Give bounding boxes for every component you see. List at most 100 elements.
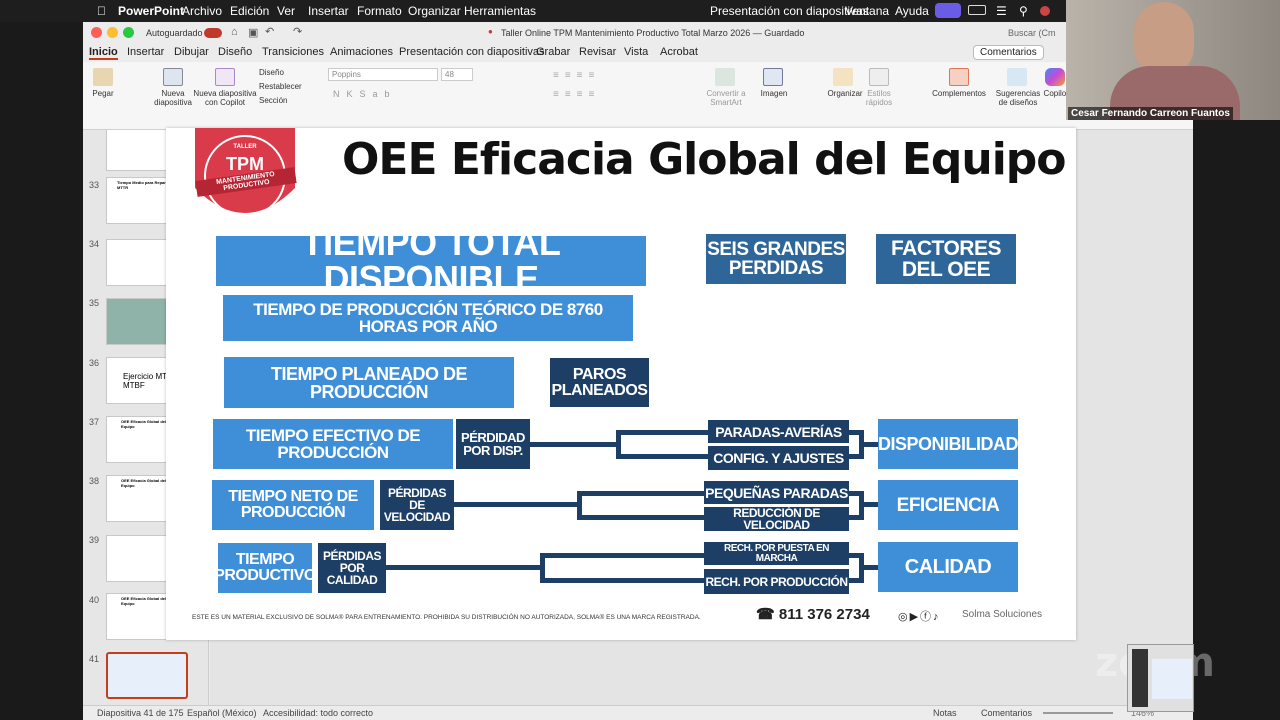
factores-box: FACTORES DEL OEE (876, 234, 1016, 284)
redo-icon[interactable]: ↷ (293, 25, 302, 38)
minimize-window-icon[interactable] (107, 27, 118, 38)
screen-share-icon[interactable] (935, 3, 961, 18)
zoom-slider[interactable] (1043, 712, 1113, 714)
home-icon[interactable]: ⌂ (231, 26, 238, 38)
section-button[interactable]: Sección (259, 96, 287, 105)
copilot-slide-icon[interactable] (215, 68, 235, 86)
menu-insertar[interactable]: Insertar (308, 4, 349, 18)
slide-number: 39 (89, 535, 100, 545)
menu-ventana[interactable]: Ventana (845, 4, 889, 18)
perdida-velocidad-box: PÉRDIDAS DE VELOCIDAD (380, 480, 454, 530)
connector-bracket (540, 553, 708, 583)
tab-revisar[interactable]: Revisar (579, 46, 616, 58)
tab-dibujar[interactable]: Dibujar (174, 46, 209, 58)
slide[interactable]: TALLER TPM MANTENIMIENTO PRODUCTIVO OEE … (166, 128, 1076, 640)
connector-bracket (849, 430, 864, 459)
menu-herramientas[interactable]: Herramientas (464, 4, 536, 18)
siri-icon[interactable] (1040, 6, 1050, 16)
layout-button[interactable]: Diseño (259, 68, 284, 77)
new-slide-icon[interactable] (163, 68, 183, 86)
video-participant[interactable]: Cesar Fernando Carreon Fuantos (1066, 0, 1280, 120)
connector-bracket (849, 491, 864, 520)
brand-text: Solma Soluciones (962, 609, 1043, 620)
designer-icon[interactable] (1007, 68, 1027, 86)
accessibility-status[interactable]: Accesibilidad: todo correcto (263, 708, 373, 718)
arrange-icon[interactable] (833, 68, 853, 86)
addins-icon[interactable] (949, 68, 969, 86)
undo-icon[interactable]: ↶ (265, 25, 274, 38)
paste-icon[interactable] (93, 68, 113, 86)
font-size-select[interactable]: 48 (441, 68, 473, 81)
slide-number: 34 (89, 239, 100, 249)
tab-transiciones[interactable]: Transiciones (262, 46, 324, 58)
mini-slide (1152, 659, 1192, 699)
menu-ayuda[interactable]: Ayuda (895, 4, 929, 18)
ppt-file-icon: ● (488, 27, 493, 36)
reset-button[interactable]: Restablecer (259, 82, 302, 91)
tab-diseno[interactable]: Diseño (218, 46, 252, 58)
connector-line (386, 565, 540, 570)
language-status[interactable]: Español (México) (187, 708, 257, 718)
zoom-mini-preview[interactable] (1127, 644, 1194, 712)
slide-number: 36 (89, 358, 100, 368)
maximize-window-icon[interactable] (123, 27, 134, 38)
seis-perdidas-box: SEIS GRANDES PERDIDAS (706, 234, 846, 284)
comments-status-button[interactable]: Comentarios (981, 708, 1032, 718)
menu-edicion[interactable]: Edición (230, 4, 269, 18)
tab-presentacion[interactable]: Presentación con diapositivas (399, 46, 545, 58)
menu-archivo[interactable]: Archivo (182, 4, 222, 18)
close-window-icon[interactable] (91, 27, 102, 38)
wifi-icon[interactable]: ☰ (996, 4, 1007, 18)
notes-button[interactable]: Notas (933, 708, 957, 718)
paros-box: PAROS PLANEADOS (550, 358, 649, 407)
tab-inicio[interactable]: Inicio (89, 46, 118, 60)
font-select[interactable]: Poppins (328, 68, 438, 81)
ttd-box: TIEMPO TOTAL DISPONIBLE (216, 225, 646, 297)
copilot-icon[interactable] (1045, 68, 1065, 86)
neto-box: TIEMPO NETO DE PRODUCCIÓN (212, 480, 374, 530)
perdida-calidad-box: PÉRDIDAS POR CALIDAD (318, 543, 386, 593)
search-icon[interactable]: ⚲ (1019, 4, 1028, 18)
eficiencia-box: EFICIENCIA (878, 480, 1018, 530)
disponibilidad-box: DISPONIBILIDAD (878, 419, 1019, 469)
comments-button[interactable]: Comentarios (973, 45, 1044, 60)
control-center-icon[interactable] (968, 5, 986, 15)
slide-thumbnail-selected[interactable] (106, 652, 188, 699)
slide-counter: Diapositiva 41 de 175 (97, 708, 184, 718)
app-name[interactable]: PowerPoint (118, 4, 184, 18)
menu-formato[interactable]: Formato (357, 4, 402, 18)
efectivo-box: TIEMPO EFECTIVO DE PRODUCCIÓN (213, 419, 453, 469)
smartart-icon[interactable] (715, 68, 735, 86)
whatsapp-icon: ☎ (756, 606, 779, 623)
new-slide-label: Nueva diapositiva (154, 89, 192, 107)
image-icon[interactable] (763, 68, 783, 86)
autosave-toggle[interactable] (204, 28, 222, 38)
pequenas-box: PEQUEÑAS PARADAS (704, 481, 849, 504)
apple-icon[interactable]:  (97, 4, 106, 18)
search-box[interactable]: Buscar (Cm (1008, 28, 1056, 38)
tab-animaciones[interactable]: Animaciones (330, 46, 393, 58)
slide-number: 35 (89, 298, 100, 308)
planeado-box: TIEMPO PLANEADO DE PRODUCCIÓN (224, 357, 514, 408)
calidad-box: CALIDAD (878, 542, 1018, 592)
tab-insertar[interactable]: Insertar (127, 46, 164, 58)
menu-ver[interactable]: Ver (277, 4, 295, 18)
tab-acrobat[interactable]: Acrobat (660, 46, 698, 58)
connector-line (454, 502, 577, 507)
align-buttons[interactable]: ≡≡≡≡ (553, 89, 600, 100)
title-bar: Autoguardado ⌂ ▣ ↶ ↷ ● Taller Online TPM… (83, 22, 1193, 44)
paragraph-buttons[interactable]: ≡≡≡≡ (553, 70, 600, 81)
social-icons: ◎▶ⓕ♪ (898, 611, 941, 623)
save-icon[interactable]: ▣ (248, 26, 258, 39)
menu-organizar[interactable]: Organizar (408, 4, 461, 18)
tab-vista[interactable]: Vista (624, 46, 648, 58)
image-label: Imagen (760, 89, 788, 98)
whatsapp-phone: ☎ 811 376 2734 (756, 605, 870, 623)
rech-puesta-box: RECH. POR PUESTA EN MARCHA (704, 542, 849, 565)
phone-text: 811 376 2734 (778, 606, 870, 623)
format-buttons[interactable]: NKSab (333, 89, 397, 99)
smartart-label: Convertir a SmartArt (706, 89, 746, 107)
tab-grabar[interactable]: Grabar (536, 46, 570, 58)
quick-styles-icon[interactable] (869, 68, 889, 86)
connector-bracket (849, 553, 864, 583)
